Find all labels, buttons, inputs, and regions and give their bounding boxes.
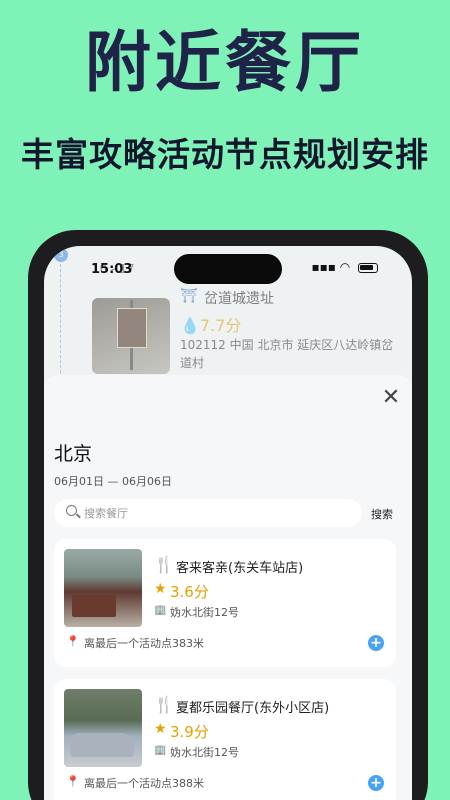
search-button[interactable]: 搜索 bbox=[371, 506, 393, 522]
restaurant-name: 客来客亲(东关车站店) bbox=[176, 561, 304, 576]
date-range: 06月01日 — 06月06日 bbox=[54, 475, 172, 488]
landmark-icon: ⛩ bbox=[180, 288, 198, 304]
phone-screen: 3 10 - 17 ⛩ 岔道城遗址 💧7.7分 102112 中国 北京市 延庆… bbox=[44, 246, 412, 800]
search-input[interactable] bbox=[84, 503, 344, 523]
drop-icon: 💧 bbox=[180, 316, 200, 335]
restaurant-card[interactable]: 🍴 夏都乐园餐厅(东外小区店) ★ 3.9分 🏢 妫水北街12号 📍 离最后一个… bbox=[54, 679, 396, 800]
star-icon: ★ bbox=[154, 581, 167, 597]
fork-knife-icon: 🍴 bbox=[154, 695, 174, 714]
search-box[interactable] bbox=[54, 499, 362, 527]
dynamic-island bbox=[174, 254, 282, 284]
close-icon[interactable]: ✕ bbox=[380, 387, 402, 409]
search-icon bbox=[66, 505, 77, 516]
photo-detail bbox=[72, 595, 116, 617]
restaurant-photo bbox=[64, 549, 142, 627]
location-pin-icon: 📍 bbox=[66, 775, 80, 788]
activity-score-value: 7.7分 bbox=[199, 316, 242, 335]
restaurant-address: 妫水北街12号 bbox=[170, 606, 239, 619]
restaurant-photo bbox=[64, 689, 142, 767]
status-time: 15:03 bbox=[91, 262, 133, 277]
restaurant-score: 3.6分 bbox=[170, 583, 209, 601]
restaurant-score: 3.9分 bbox=[170, 723, 209, 741]
building-icon: 🏢 bbox=[154, 605, 167, 616]
city-title: 北京 bbox=[54, 443, 93, 465]
restaurant-name: 夏都乐园餐厅(东外小区店) bbox=[176, 701, 330, 716]
wifi-icon: ◠ bbox=[339, 260, 351, 274]
restaurant-address: 妫水北街12号 bbox=[170, 746, 239, 759]
promo-title: 附近餐厅 bbox=[85, 24, 365, 101]
sign-board bbox=[117, 308, 147, 348]
promo-subtitle: 丰富攻略活动节点规划安排 bbox=[21, 135, 429, 174]
battery-icon bbox=[358, 262, 378, 273]
add-restaurant-button[interactable]: + bbox=[368, 775, 384, 791]
timeline-dot: 3 bbox=[54, 248, 68, 262]
activity-score: 💧7.7分 bbox=[180, 312, 241, 336]
status-icons: ▪▪▪ ◠ bbox=[311, 260, 378, 274]
restaurant-distance: 离最后一个活动点388米 bbox=[84, 777, 204, 790]
signal-icon: ▪▪▪ bbox=[311, 260, 336, 274]
building-icon: 🏢 bbox=[154, 745, 167, 756]
restaurant-distance: 离最后一个活动点383米 bbox=[84, 637, 204, 650]
restaurant-card[interactable]: 🍴 客来客亲(东关车站店) ★ 3.6分 🏢 妫水北街12号 📍 离最后一个活动… bbox=[54, 539, 396, 667]
photo-detail bbox=[70, 733, 134, 757]
activity-address: 102112 中国 北京市 延庆区八达岭镇岔道村 bbox=[180, 338, 394, 370]
restaurant-sheet: ✕ 北京 06月01日 — 06月06日 搜索 🍴 客来客亲(东关车站店) ★ … bbox=[44, 375, 412, 800]
fork-knife-icon: 🍴 bbox=[154, 555, 174, 574]
location-pin-icon: 📍 bbox=[66, 635, 80, 648]
add-restaurant-button[interactable]: + bbox=[368, 635, 384, 651]
star-icon: ★ bbox=[154, 721, 167, 737]
activity-name: 岔道城遗址 bbox=[204, 291, 274, 307]
